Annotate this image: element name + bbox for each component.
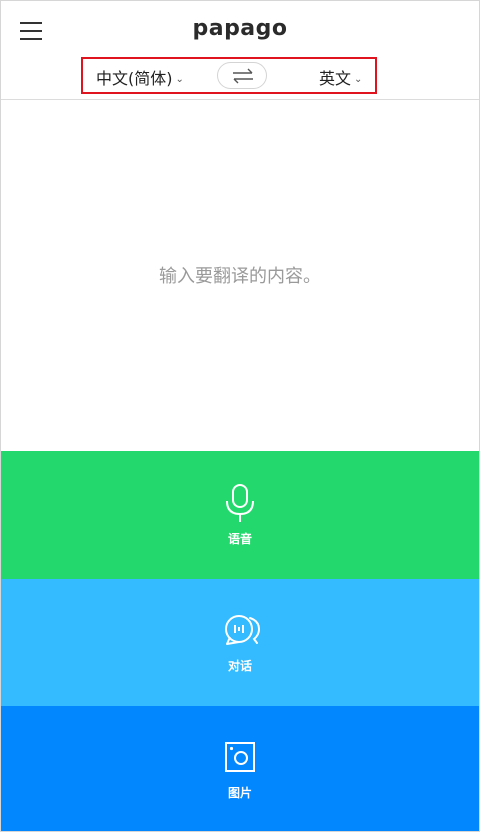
microphone-icon bbox=[226, 484, 254, 522]
language-selector-bar: 中文(简体) ⌄ 英文 ⌄ bbox=[81, 57, 377, 94]
source-language-dropdown[interactable]: 中文(简体) ⌄ bbox=[96, 65, 184, 89]
header: papago 中文(简体) ⌄ 英文 ⌄ bbox=[1, 1, 479, 100]
text-input-area[interactable]: 输入要翻译的内容。 bbox=[1, 100, 479, 451]
camera-icon bbox=[225, 742, 255, 772]
image-button[interactable]: 图片 bbox=[1, 706, 479, 831]
source-language-label: 中文(简体) bbox=[96, 69, 173, 88]
chevron-down-icon: ⌄ bbox=[354, 74, 363, 85]
conversation-icon bbox=[225, 615, 261, 645]
voice-label: 语音 bbox=[227, 532, 252, 546]
swap-arrows-icon bbox=[233, 68, 253, 84]
app-logo: papago bbox=[192, 16, 288, 41]
conversation-label: 对话 bbox=[227, 659, 252, 673]
image-label: 图片 bbox=[227, 786, 252, 800]
input-placeholder: 输入要翻译的内容。 bbox=[159, 266, 321, 287]
app-frame: papago 中文(简体) ⌄ 英文 ⌄ 输入要翻译的内容。 语音 对话 图片 bbox=[0, 0, 480, 832]
chevron-down-icon: ⌄ bbox=[175, 74, 184, 85]
swap-languages-button[interactable] bbox=[217, 62, 267, 89]
target-language-label: 英文 bbox=[319, 69, 352, 88]
target-language-dropdown[interactable]: 英文 ⌄ bbox=[319, 65, 362, 89]
voice-button[interactable]: 语音 bbox=[1, 451, 479, 579]
conversation-button[interactable]: 对话 bbox=[1, 579, 479, 706]
